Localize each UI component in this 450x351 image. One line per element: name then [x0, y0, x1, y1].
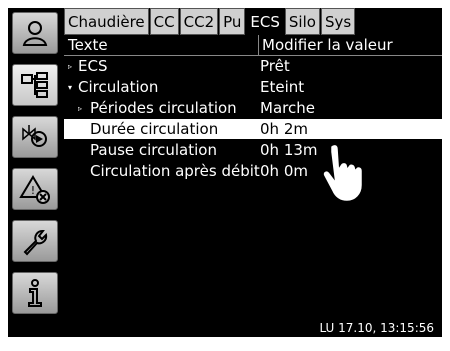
- column-divider: [258, 35, 259, 55]
- warning-triangle-icon: !: [19, 175, 50, 204]
- tap-count-label: 2x: [378, 188, 419, 223]
- parameter-list: Texte Modifier la valeur ▹ ECS Prêt ▾ Ci…: [64, 35, 442, 321]
- info-icon: [28, 279, 42, 307]
- tap-hand-icon: [321, 140, 378, 209]
- tab-silo[interactable]: Silo: [284, 8, 320, 35]
- list-item[interactable]: ▹ ECS Prêt: [64, 56, 442, 76]
- tab-ecs[interactable]: ECS: [246, 8, 284, 35]
- svg-text:!: !: [31, 184, 35, 197]
- list-item[interactable]: Pause circulation 0h 13m: [64, 140, 442, 160]
- item-label: Durée circulation: [90, 120, 219, 138]
- tab-pu[interactable]: Pu: [219, 8, 246, 35]
- header-text: Texte: [68, 36, 108, 54]
- expand-triangle-icon: ▹: [78, 104, 83, 113]
- tab-cc[interactable]: CC: [149, 8, 179, 35]
- item-label: Circulation: [78, 78, 159, 96]
- tab-chaudiere[interactable]: Chaudière: [64, 8, 149, 35]
- status-datetime: LU 17.10, 13:15:56: [319, 321, 434, 335]
- list-header: Texte Modifier la valeur: [64, 35, 442, 56]
- sidebar-alarm-button[interactable]: !: [12, 168, 58, 210]
- status-bar: LU 17.10, 13:15:56: [64, 321, 442, 337]
- item-label: Périodes circulation: [90, 99, 237, 117]
- sidebar-user-button[interactable]: [12, 12, 58, 54]
- tab-sys[interactable]: Sys: [320, 8, 356, 35]
- list-item-selected[interactable]: Durée circulation 0h 2m: [64, 119, 442, 139]
- item-label: Pause circulation: [90, 141, 217, 159]
- structure-icon: [21, 72, 48, 98]
- wrench-icon: [23, 229, 48, 256]
- collapse-triangle-icon: ▾: [68, 83, 73, 92]
- list-item[interactable]: ▹ Périodes circulation Marche: [64, 98, 442, 118]
- list-item[interactable]: ▾ Circulation Eteint: [64, 77, 442, 97]
- valve-pump-icon: [22, 125, 47, 147]
- item-label: ECS: [78, 57, 108, 75]
- item-value: 0h 0m: [260, 162, 308, 180]
- sidebar: !: [8, 8, 62, 329]
- item-value: 0h 13m: [260, 141, 318, 159]
- tab-bar: Chaudière CC CC2 Pu ECS Silo Sys: [64, 8, 356, 35]
- item-label: Circulation après débit: [90, 162, 260, 180]
- user-icon: [22, 21, 48, 46]
- expand-triangle-icon: ▹: [68, 62, 73, 71]
- item-value: Marche: [260, 99, 315, 117]
- header-value: Modifier la valeur: [262, 36, 393, 54]
- sidebar-hydraulic-button[interactable]: [12, 116, 58, 158]
- item-value: Prêt: [260, 57, 290, 75]
- list-item[interactable]: Circulation après débit 0h 0m: [64, 161, 442, 181]
- sidebar-service-button[interactable]: [12, 220, 58, 262]
- sidebar-info-button[interactable]: [12, 272, 58, 314]
- item-value: 0h 2m: [260, 120, 308, 138]
- item-value: Eteint: [260, 78, 305, 96]
- tab-cc2[interactable]: CC2: [179, 8, 219, 35]
- sidebar-structure-button[interactable]: [12, 64, 58, 106]
